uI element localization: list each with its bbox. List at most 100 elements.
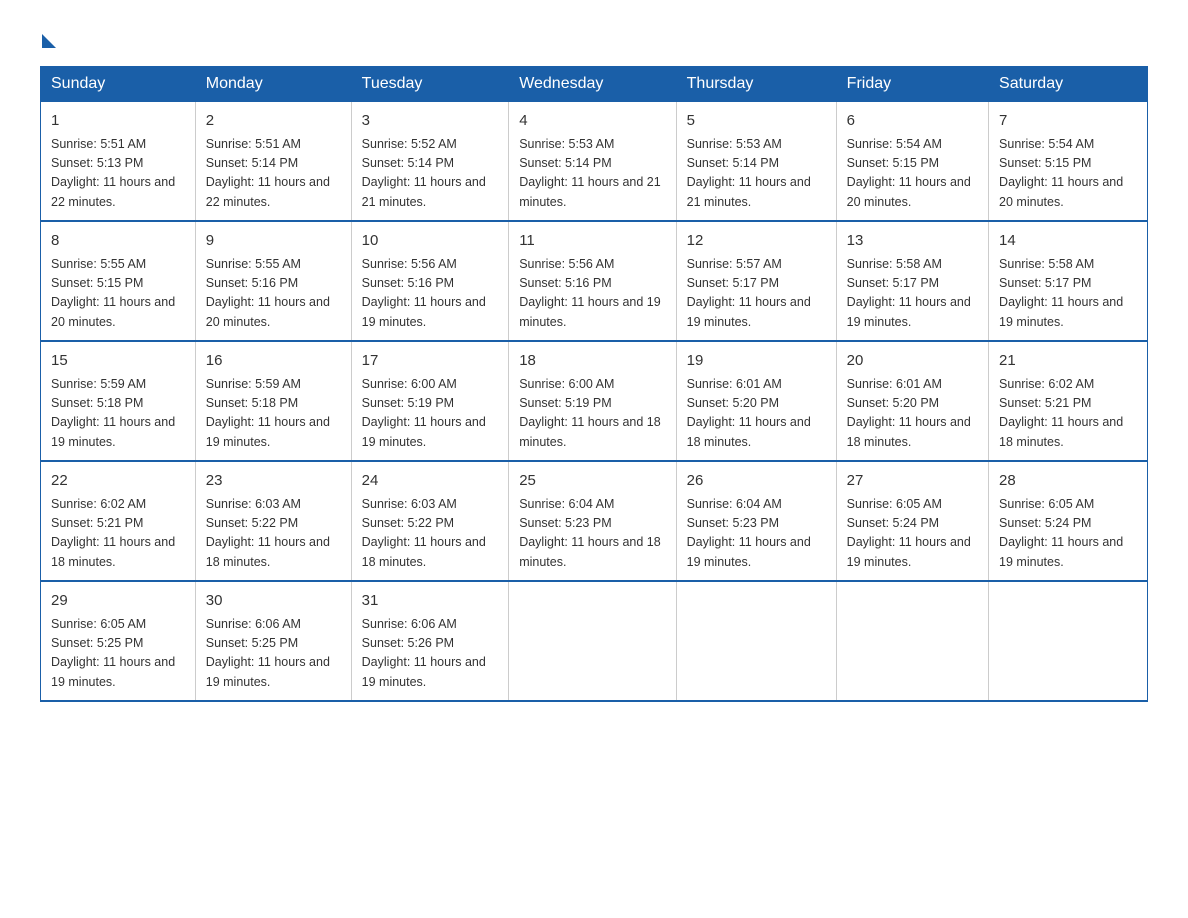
calendar-cell: 18Sunrise: 6:00 AMSunset: 5:19 PMDayligh… bbox=[509, 341, 676, 461]
header-monday: Monday bbox=[195, 67, 351, 102]
day-info: Sunrise: 6:04 AMSunset: 5:23 PMDaylight:… bbox=[687, 495, 826, 573]
header-thursday: Thursday bbox=[676, 67, 836, 102]
day-info: Sunrise: 5:52 AMSunset: 5:14 PMDaylight:… bbox=[362, 135, 499, 213]
day-number: 2 bbox=[206, 110, 341, 133]
page-header bbox=[40, 30, 1148, 46]
day-number: 23 bbox=[206, 470, 341, 493]
calendar-cell bbox=[676, 581, 836, 701]
calendar-cell: 13Sunrise: 5:58 AMSunset: 5:17 PMDayligh… bbox=[836, 221, 988, 341]
day-info: Sunrise: 6:01 AMSunset: 5:20 PMDaylight:… bbox=[847, 375, 978, 453]
day-number: 8 bbox=[51, 230, 185, 253]
day-number: 6 bbox=[847, 110, 978, 133]
day-number: 20 bbox=[847, 350, 978, 373]
calendar-cell: 6Sunrise: 5:54 AMSunset: 5:15 PMDaylight… bbox=[836, 102, 988, 222]
day-number: 18 bbox=[519, 350, 665, 373]
day-number: 10 bbox=[362, 230, 499, 253]
day-number: 9 bbox=[206, 230, 341, 253]
day-number: 4 bbox=[519, 110, 665, 133]
day-info: Sunrise: 5:55 AMSunset: 5:16 PMDaylight:… bbox=[206, 255, 341, 333]
day-info: Sunrise: 5:59 AMSunset: 5:18 PMDaylight:… bbox=[206, 375, 341, 453]
calendar-cell: 3Sunrise: 5:52 AMSunset: 5:14 PMDaylight… bbox=[351, 102, 509, 222]
calendar-cell: 10Sunrise: 5:56 AMSunset: 5:16 PMDayligh… bbox=[351, 221, 509, 341]
calendar-cell: 25Sunrise: 6:04 AMSunset: 5:23 PMDayligh… bbox=[509, 461, 676, 581]
day-number: 21 bbox=[999, 350, 1137, 373]
day-info: Sunrise: 5:57 AMSunset: 5:17 PMDaylight:… bbox=[687, 255, 826, 333]
day-info: Sunrise: 6:06 AMSunset: 5:25 PMDaylight:… bbox=[206, 615, 341, 693]
calendar-week-row: 22Sunrise: 6:02 AMSunset: 5:21 PMDayligh… bbox=[41, 461, 1148, 581]
day-number: 27 bbox=[847, 470, 978, 493]
logo bbox=[40, 30, 56, 46]
day-number: 3 bbox=[362, 110, 499, 133]
calendar-week-row: 15Sunrise: 5:59 AMSunset: 5:18 PMDayligh… bbox=[41, 341, 1148, 461]
day-number: 17 bbox=[362, 350, 499, 373]
day-number: 25 bbox=[519, 470, 665, 493]
calendar-cell: 29Sunrise: 6:05 AMSunset: 5:25 PMDayligh… bbox=[41, 581, 196, 701]
calendar-cell: 20Sunrise: 6:01 AMSunset: 5:20 PMDayligh… bbox=[836, 341, 988, 461]
day-info: Sunrise: 5:56 AMSunset: 5:16 PMDaylight:… bbox=[362, 255, 499, 333]
day-number: 12 bbox=[687, 230, 826, 253]
calendar-cell: 27Sunrise: 6:05 AMSunset: 5:24 PMDayligh… bbox=[836, 461, 988, 581]
calendar-cell: 31Sunrise: 6:06 AMSunset: 5:26 PMDayligh… bbox=[351, 581, 509, 701]
day-info: Sunrise: 6:02 AMSunset: 5:21 PMDaylight:… bbox=[999, 375, 1137, 453]
day-number: 22 bbox=[51, 470, 185, 493]
day-info: Sunrise: 5:59 AMSunset: 5:18 PMDaylight:… bbox=[51, 375, 185, 453]
header-tuesday: Tuesday bbox=[351, 67, 509, 102]
day-number: 1 bbox=[51, 110, 185, 133]
calendar-cell: 15Sunrise: 5:59 AMSunset: 5:18 PMDayligh… bbox=[41, 341, 196, 461]
day-info: Sunrise: 6:00 AMSunset: 5:19 PMDaylight:… bbox=[519, 375, 665, 453]
calendar-cell: 16Sunrise: 5:59 AMSunset: 5:18 PMDayligh… bbox=[195, 341, 351, 461]
day-number: 14 bbox=[999, 230, 1137, 253]
day-number: 30 bbox=[206, 590, 341, 613]
day-number: 26 bbox=[687, 470, 826, 493]
day-info: Sunrise: 5:54 AMSunset: 5:15 PMDaylight:… bbox=[847, 135, 978, 213]
day-number: 11 bbox=[519, 230, 665, 253]
calendar-cell: 21Sunrise: 6:02 AMSunset: 5:21 PMDayligh… bbox=[989, 341, 1148, 461]
day-info: Sunrise: 6:06 AMSunset: 5:26 PMDaylight:… bbox=[362, 615, 499, 693]
day-info: Sunrise: 5:51 AMSunset: 5:13 PMDaylight:… bbox=[51, 135, 185, 213]
day-info: Sunrise: 6:05 AMSunset: 5:24 PMDaylight:… bbox=[847, 495, 978, 573]
day-number: 5 bbox=[687, 110, 826, 133]
calendar-week-row: 1Sunrise: 5:51 AMSunset: 5:13 PMDaylight… bbox=[41, 102, 1148, 222]
calendar-cell: 24Sunrise: 6:03 AMSunset: 5:22 PMDayligh… bbox=[351, 461, 509, 581]
calendar-cell: 28Sunrise: 6:05 AMSunset: 5:24 PMDayligh… bbox=[989, 461, 1148, 581]
calendar-header-row: SundayMondayTuesdayWednesdayThursdayFrid… bbox=[41, 67, 1148, 102]
calendar-cell: 9Sunrise: 5:55 AMSunset: 5:16 PMDaylight… bbox=[195, 221, 351, 341]
calendar-cell bbox=[989, 581, 1148, 701]
day-number: 31 bbox=[362, 590, 499, 613]
header-friday: Friday bbox=[836, 67, 988, 102]
day-info: Sunrise: 5:51 AMSunset: 5:14 PMDaylight:… bbox=[206, 135, 341, 213]
day-info: Sunrise: 6:01 AMSunset: 5:20 PMDaylight:… bbox=[687, 375, 826, 453]
calendar-cell: 19Sunrise: 6:01 AMSunset: 5:20 PMDayligh… bbox=[676, 341, 836, 461]
day-number: 29 bbox=[51, 590, 185, 613]
calendar-cell: 22Sunrise: 6:02 AMSunset: 5:21 PMDayligh… bbox=[41, 461, 196, 581]
calendar-cell: 4Sunrise: 5:53 AMSunset: 5:14 PMDaylight… bbox=[509, 102, 676, 222]
day-info: Sunrise: 5:58 AMSunset: 5:17 PMDaylight:… bbox=[847, 255, 978, 333]
calendar-cell: 2Sunrise: 5:51 AMSunset: 5:14 PMDaylight… bbox=[195, 102, 351, 222]
day-number: 13 bbox=[847, 230, 978, 253]
day-info: Sunrise: 6:00 AMSunset: 5:19 PMDaylight:… bbox=[362, 375, 499, 453]
day-info: Sunrise: 6:03 AMSunset: 5:22 PMDaylight:… bbox=[362, 495, 499, 573]
day-number: 19 bbox=[687, 350, 826, 373]
day-info: Sunrise: 5:54 AMSunset: 5:15 PMDaylight:… bbox=[999, 135, 1137, 213]
header-wednesday: Wednesday bbox=[509, 67, 676, 102]
calendar-cell: 8Sunrise: 5:55 AMSunset: 5:15 PMDaylight… bbox=[41, 221, 196, 341]
calendar-cell: 7Sunrise: 5:54 AMSunset: 5:15 PMDaylight… bbox=[989, 102, 1148, 222]
day-info: Sunrise: 5:58 AMSunset: 5:17 PMDaylight:… bbox=[999, 255, 1137, 333]
day-info: Sunrise: 5:56 AMSunset: 5:16 PMDaylight:… bbox=[519, 255, 665, 333]
calendar-week-row: 8Sunrise: 5:55 AMSunset: 5:15 PMDaylight… bbox=[41, 221, 1148, 341]
header-sunday: Sunday bbox=[41, 67, 196, 102]
day-info: Sunrise: 6:03 AMSunset: 5:22 PMDaylight:… bbox=[206, 495, 341, 573]
day-number: 15 bbox=[51, 350, 185, 373]
calendar-week-row: 29Sunrise: 6:05 AMSunset: 5:25 PMDayligh… bbox=[41, 581, 1148, 701]
day-info: Sunrise: 5:55 AMSunset: 5:15 PMDaylight:… bbox=[51, 255, 185, 333]
calendar-cell bbox=[836, 581, 988, 701]
day-info: Sunrise: 6:02 AMSunset: 5:21 PMDaylight:… bbox=[51, 495, 185, 573]
day-info: Sunrise: 6:04 AMSunset: 5:23 PMDaylight:… bbox=[519, 495, 665, 573]
day-info: Sunrise: 5:53 AMSunset: 5:14 PMDaylight:… bbox=[687, 135, 826, 213]
day-number: 16 bbox=[206, 350, 341, 373]
calendar-table: SundayMondayTuesdayWednesdayThursdayFrid… bbox=[40, 66, 1148, 702]
calendar-cell: 1Sunrise: 5:51 AMSunset: 5:13 PMDaylight… bbox=[41, 102, 196, 222]
day-number: 28 bbox=[999, 470, 1137, 493]
day-number: 7 bbox=[999, 110, 1137, 133]
calendar-cell: 11Sunrise: 5:56 AMSunset: 5:16 PMDayligh… bbox=[509, 221, 676, 341]
